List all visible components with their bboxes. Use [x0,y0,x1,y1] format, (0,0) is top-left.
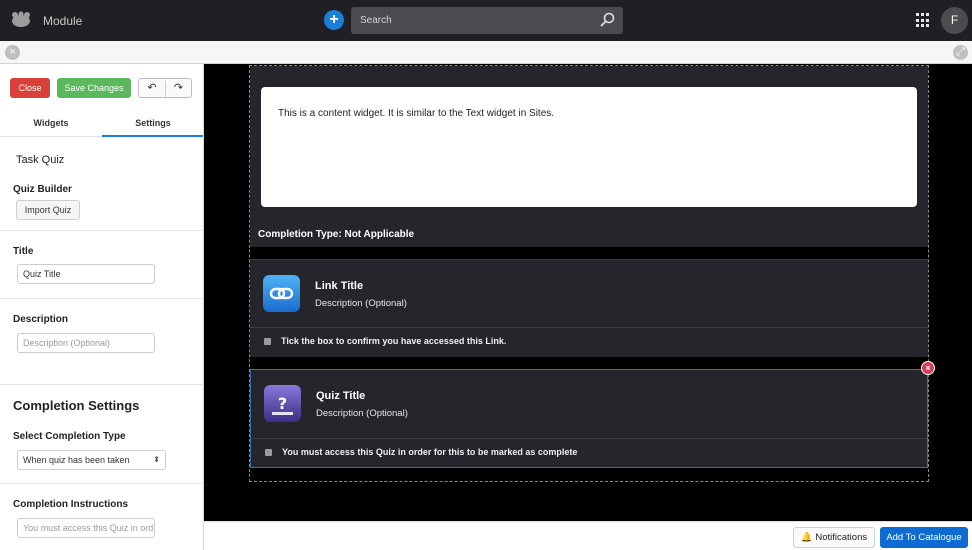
quiz-icon: ? [264,385,301,422]
search-placeholder: Search [360,15,392,26]
divider [0,230,204,231]
tab-settings[interactable]: Settings [102,118,204,128]
avatar[interactable]: F [941,7,968,34]
divider [250,327,928,328]
divider [0,384,204,385]
quiz-checkbox[interactable] [265,449,272,456]
completion-type-value: When quiz has been taken [23,455,130,465]
content-text: This is a content widget. It is similar … [278,108,555,119]
search-icon[interactable] [599,12,615,28]
completion-type-label: Select Completion Type [13,431,126,442]
link-widget[interactable]: Link Title Description (Optional) Tick t… [250,259,928,357]
add-button[interactable]: + [324,10,344,30]
search-input[interactable]: Search [351,7,623,34]
link-completion-note: Tick the box to confirm you have accesse… [281,336,507,346]
quiz-widget[interactable]: ? Quiz Title Description (Optional) You … [250,369,928,468]
description-label: Description [13,314,69,325]
top-bar: Module + Search F [0,0,972,41]
completion-type-text: Completion Type: Not Applicable [258,229,415,240]
apps-grid-icon[interactable] [916,13,931,28]
divider [0,483,204,484]
link-checkbox[interactable] [264,338,271,345]
close-icon[interactable]: × [5,45,20,60]
quiz-builder-label: Quiz Builder [13,184,72,195]
app-title: Module [43,14,83,28]
footer-bar: 🔔 Notifications Add To Catalogue [204,521,972,550]
chevron-updown-icon: ⬍ [153,455,160,464]
expand-icon[interactable]: ⤢ [953,45,968,60]
completion-settings-heading: Completion Settings [13,398,140,413]
undo-redo-group: ↶ ↷ [138,78,192,98]
quiz-title: Quiz Title [316,390,366,402]
import-quiz-button[interactable]: Import Quiz [16,200,80,220]
quiz-completion-note: You must access this Quiz in order for t… [282,447,578,457]
module-canvas: This is a content widget. It is similar … [204,64,972,521]
add-to-catalogue-button[interactable]: Add To Catalogue [880,527,968,548]
bell-icon: 🔔 [800,532,813,543]
description-field[interactable]: Description (Optional) [17,333,155,353]
svg-text:?: ? [278,394,287,413]
divider [0,298,204,299]
remove-widget-icon[interactable]: × [921,361,935,375]
link-title: Link Title [315,280,364,292]
completion-instructions-field[interactable]: You must access this Quiz in ord [17,518,155,538]
divider [251,438,927,439]
link-icon [263,275,300,312]
undo-icon[interactable]: ↶ [139,81,165,94]
active-tab-indicator [102,135,203,137]
tab-widgets[interactable]: Widgets [0,118,102,128]
settings-panel: Close Save Changes ↶ ↷ Widgets Settings … [0,64,204,550]
link-description: Description (Optional) [315,298,407,309]
close-button[interactable]: Close [10,78,50,98]
title-field[interactable]: Quiz Title [17,264,155,284]
sub-bar: × ⤢ [0,41,972,64]
completion-type-select[interactable]: When quiz has been taken ⬍ [17,450,166,470]
redo-icon[interactable]: ↷ [165,81,191,97]
save-button[interactable]: Save Changes [57,78,131,98]
widget-name: Task Quiz [16,154,65,166]
completion-instructions-label: Completion Instructions [13,499,128,510]
logo-icon[interactable] [10,10,32,28]
notifications-label: Notifications [815,532,868,543]
content-text-box[interactable]: This is a content widget. It is similar … [261,87,917,207]
title-label: Title [13,246,34,257]
quiz-description: Description (Optional) [316,408,408,419]
panel-tabs: Widgets Settings [0,112,204,137]
notifications-button[interactable]: 🔔 Notifications [793,527,875,548]
